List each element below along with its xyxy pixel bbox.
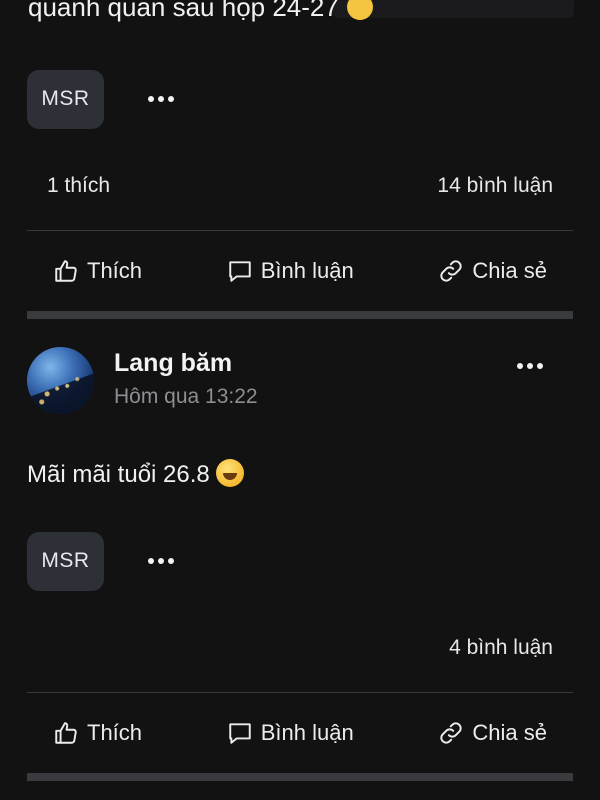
top-post-actions: Thích Bình luận Chia sẻ (27, 251, 573, 291)
like-button[interactable]: Thích (53, 720, 142, 746)
post-body: Mãi mãi tuổi 26.8 (27, 459, 244, 489)
post-separator (27, 311, 573, 319)
feed-screen: quanh quan sau họp 24-27 MSR 1 thích 14 … (0, 0, 600, 800)
post-header: Lang băm Hôm qua 13:22 (27, 347, 573, 415)
thumbs-up-icon (55, 722, 77, 744)
link-icon (440, 260, 463, 282)
comments-count[interactable]: 14 bình luận (437, 174, 553, 198)
comment-bubble-icon (229, 261, 251, 282)
share-label: Chia sẻ (472, 258, 547, 283)
like-label: Thích (87, 258, 143, 283)
divider (27, 692, 573, 693)
comment-button[interactable]: Bình luận (227, 720, 354, 746)
avatar[interactable] (27, 347, 94, 414)
post-actions: Thích Bình luận Chia sẻ (27, 713, 573, 753)
msr-chip[interactable]: MSR (27, 69, 104, 129)
rofl-emoji-icon (215, 459, 244, 487)
top-post-stats: 1 thích 14 bình luận (47, 171, 553, 201)
likes-count[interactable]: 1 thích (47, 174, 110, 198)
msr-chip[interactable]: MSR (27, 531, 104, 591)
author-name[interactable]: Lang băm (114, 349, 232, 378)
link-icon (440, 722, 463, 744)
comment-button[interactable]: Bình luận (227, 258, 354, 284)
comment-bubble-icon (229, 723, 251, 744)
share-button[interactable]: Chia sẻ (438, 720, 547, 746)
post-separator (27, 773, 573, 781)
divider (27, 230, 573, 231)
like-label: Thích (87, 720, 143, 745)
more-dots-icon[interactable] (148, 96, 174, 102)
top-post-text: quanh quan sau họp 24-27 (28, 0, 339, 22)
comment-label: Bình luận (260, 720, 354, 745)
comment-label: Bình luận (260, 258, 354, 283)
share-button[interactable]: Chia sẻ (438, 258, 547, 284)
like-button[interactable]: Thích (53, 258, 142, 284)
post-chip-row: MSR (27, 531, 174, 591)
top-post-partial-text: quanh quan sau họp 24-27 (28, 0, 373, 23)
more-dots-icon[interactable] (148, 558, 174, 564)
top-post-chip-row: MSR (27, 69, 174, 129)
emoji-icon (346, 0, 373, 20)
post-stats: 4 bình luận (47, 633, 553, 663)
share-label: Chia sẻ (472, 720, 547, 745)
post-time: Hôm qua 13:22 (114, 385, 258, 408)
comments-count[interactable]: 4 bình luận (449, 636, 553, 660)
more-dots-icon[interactable] (517, 363, 543, 369)
post-body-text: Mãi mãi tuổi 26.8 (27, 461, 210, 488)
thumbs-up-icon (55, 260, 77, 282)
